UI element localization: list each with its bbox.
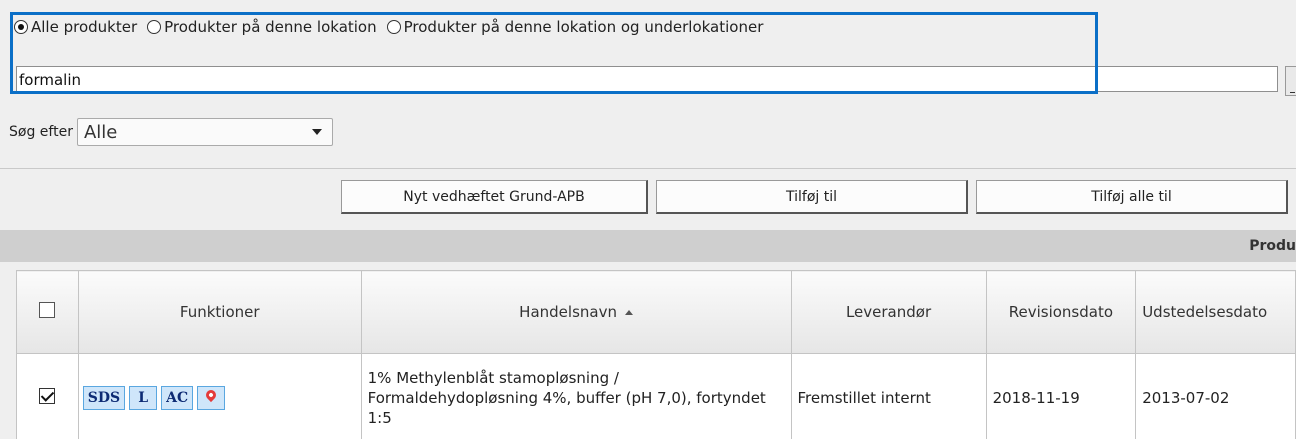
column-header-functions: Funktioner <box>77 270 362 354</box>
ac-button[interactable]: AC <box>161 385 194 410</box>
products-section-bar: Produ <box>0 230 1296 262</box>
table-header-row: Funktioner Handelsnavn Leverandør Revisi… <box>16 270 1296 354</box>
search-for-label: Søg efter <box>9 124 73 140</box>
sort-ascending-icon <box>624 310 633 315</box>
function-buttons: SDS L AC <box>82 385 361 410</box>
radio-button[interactable] <box>386 20 401 34</box>
sds-button[interactable]: SDS <box>82 385 126 410</box>
row-select-cell <box>16 353 79 439</box>
product-scope-radio-group: Alle produkter Produkter på denne lokati… <box>14 18 773 36</box>
column-header-trade-name[interactable]: Handelsnavn <box>360 270 792 354</box>
column-header-label: Handelsnavn <box>519 303 617 321</box>
functions-cell: SDS L AC <box>77 353 362 439</box>
label-button[interactable]: L <box>129 385 158 410</box>
radio-all-products[interactable]: Alle produkter <box>14 18 137 36</box>
add-to-button[interactable]: Tilføj til <box>656 180 968 214</box>
issue-date-cell: 2013-07-02 <box>1135 353 1296 439</box>
radio-button[interactable] <box>147 20 162 34</box>
revision-date-cell: 2018-11-19 <box>985 353 1137 439</box>
supplier-cell: Fremstillet internt <box>790 353 987 439</box>
radio-label: Alle produkter <box>31 18 138 36</box>
radio-button-checked[interactable] <box>14 20 28 34</box>
chevron-down-icon <box>311 129 322 135</box>
trade-name-cell[interactable]: 1% Methylenblåt stamopløsning / Formalde… <box>360 353 792 439</box>
radio-label: Produkter på denne lokation og underloka… <box>403 18 764 36</box>
add-all-to-button[interactable]: Tilføj alle til <box>976 180 1288 214</box>
divider <box>0 168 1296 169</box>
search-for-row: Søg efter Alle <box>9 118 333 146</box>
location-pin-button[interactable] <box>197 385 226 410</box>
products-table: Funktioner Handelsnavn Leverandør Revisi… <box>16 270 1296 439</box>
radio-products-this-location[interactable]: Produkter på denne lokation <box>147 18 377 36</box>
map-pin-icon <box>204 387 219 402</box>
radio-products-location-and-sublocations[interactable]: Produkter på denne lokation og underloka… <box>386 18 764 36</box>
select-all-header <box>16 270 79 354</box>
new-attached-apb-button[interactable]: Nyt vedhæftet Grund-APB <box>341 180 648 214</box>
search-input[interactable]: formalin <box>16 66 1278 92</box>
search-for-selected-value: Alle <box>83 121 118 143</box>
table-row: SDS L AC 1% Methylenblåt stamopløsning /… <box>16 353 1296 439</box>
row-checkbox-checked[interactable] <box>39 387 55 404</box>
column-header-revision-date[interactable]: Revisionsdato <box>985 270 1137 354</box>
search-for-select[interactable]: Alle <box>76 118 333 146</box>
section-title: Produ <box>1249 238 1296 254</box>
column-header-supplier[interactable]: Leverandør <box>790 270 987 354</box>
column-header-issue-date[interactable]: Udstedelsesdato <box>1135 270 1296 354</box>
search-button[interactable] <box>1285 66 1296 96</box>
select-all-checkbox[interactable] <box>39 302 55 318</box>
radio-label: Produkter på denne lokation <box>164 18 377 36</box>
